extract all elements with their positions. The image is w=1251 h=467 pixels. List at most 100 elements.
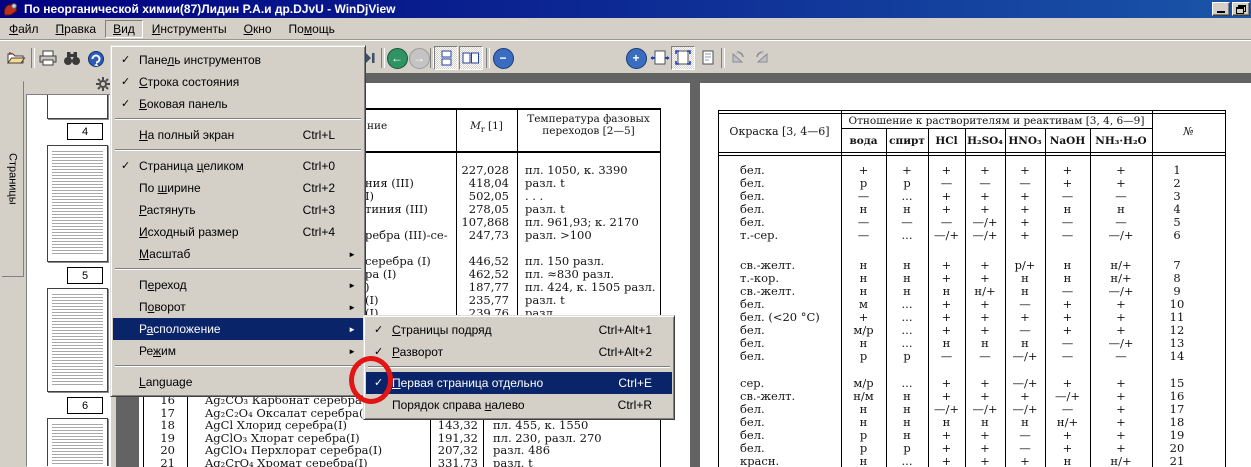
menubar-tools[interactable]: Инструменты — [144, 20, 235, 38]
menu-item-sidebar[interactable]: ✓Боковая панель — [113, 93, 363, 115]
restore-icon — [1236, 5, 1246, 14]
menu-item-zoom[interactable]: Масштаб► — [113, 243, 363, 265]
fit-width-button[interactable] — [648, 46, 672, 70]
cell: н — [886, 271, 928, 285]
pages-tab[interactable]: Страницы — [2, 81, 24, 277]
cell-temp: пл. ≈830 разл. — [525, 267, 614, 281]
cell: н/+ — [965, 284, 1005, 298]
cell: + — [1005, 454, 1045, 467]
cell: —/+ — [1090, 228, 1152, 242]
table-row: бел.нннннн/++18 — [700, 415, 1251, 428]
menubar-window[interactable]: Окно — [236, 20, 280, 38]
cell-color: бел. — [740, 402, 765, 416]
table-row: бел.————/++——5 — [700, 215, 1251, 228]
menubar-edit[interactable]: Правка — [48, 20, 105, 38]
cell: — — [1090, 215, 1152, 229]
submenu-arrow-icon: ► — [348, 325, 356, 334]
table-line — [718, 110, 1225, 111]
cell-name: I) — [365, 189, 374, 203]
submenu-item-continuous[interactable]: ✓Страницы подрядCtrl+Alt+1 — [366, 319, 672, 341]
minimize-icon — [1217, 11, 1225, 13]
rotate-left-button[interactable] — [726, 46, 750, 70]
cell: н — [886, 415, 928, 429]
cell-mr: 235,77 — [439, 293, 509, 307]
cell: + — [928, 271, 965, 285]
submenu-arrow-icon: ► — [348, 347, 356, 356]
column-header-nh3h2o: NH₃·H₂O — [1090, 135, 1152, 147]
cell: + — [1045, 163, 1090, 177]
menu-item-layout[interactable]: Расположение► — [113, 318, 363, 340]
thumbnail-list[interactable]: 4 5 6 — [26, 94, 111, 467]
menu-item-go[interactable]: Переход► — [113, 274, 363, 296]
cell: н/+ — [1090, 258, 1152, 272]
zoom-out-button[interactable]: − — [491, 46, 515, 70]
print-button[interactable] — [36, 46, 60, 70]
menu-item-language[interactable]: Language► — [113, 371, 363, 393]
menu-item-rotate[interactable]: Поворот► — [113, 296, 363, 318]
menu-item-page-whole[interactable]: ✓Страница целикомCtrl+0 — [113, 155, 363, 177]
cell: н/+ — [1090, 271, 1152, 285]
facing-pages-button[interactable] — [459, 46, 483, 70]
rotate-left-icon — [728, 49, 748, 67]
facing-pages-icon — [461, 49, 481, 67]
forward-button[interactable]: → — [407, 46, 431, 70]
menubar-file[interactable]: Файл — [1, 20, 47, 38]
table-row: 21Ag₂CrO₄ Хромат серебра(I)331,73разл. t — [139, 456, 690, 467]
menu-item-fullscreen[interactable]: На полный экранCtrl+L — [113, 124, 363, 146]
page-thumbnail[interactable] — [47, 418, 108, 467]
minimize-button[interactable] — [1212, 2, 1230, 16]
cell: + — [928, 297, 965, 311]
continuous-layout-button[interactable] — [434, 46, 458, 70]
cell: — — [1005, 323, 1045, 337]
menu-item-original-size[interactable]: Исходный размерCtrl+4 — [113, 221, 363, 243]
restore-button[interactable] — [1232, 2, 1250, 16]
cell-mr: 446,52 — [439, 254, 509, 268]
menu-item-toolbar-panel[interactable]: ✓Панель инструментов — [113, 49, 363, 71]
cell: ... — [886, 310, 928, 324]
cell: + — [965, 389, 1005, 403]
submenu-item-first-page-alone[interactable]: ✓Первая страница отдельноCtrl+E — [366, 372, 672, 394]
cell: р — [886, 349, 928, 363]
check-icon: ✓ — [121, 75, 130, 88]
actual-size-button[interactable] — [696, 46, 720, 70]
menu-item-mode[interactable]: Режим► — [113, 340, 363, 362]
check-icon: ✓ — [121, 53, 130, 66]
menubar-help[interactable]: Помощь — [281, 20, 343, 38]
menu-item-status-bar[interactable]: ✓Строка состояния — [113, 71, 363, 93]
menu-item-stretch[interactable]: РастянутьCtrl+3 — [113, 199, 363, 221]
binoculars-icon — [62, 49, 82, 67]
page-thumbnail[interactable] — [47, 288, 108, 392]
back-button[interactable]: ← — [385, 46, 409, 70]
cell-number: 17 — [1152, 402, 1202, 416]
open-button[interactable] — [4, 46, 28, 70]
zoom-in-button[interactable]: + — [624, 46, 648, 70]
menubar-view[interactable]: Вид — [105, 20, 143, 38]
window-title: По неорганической химии(87)Лидин Р.А.и д… — [24, 2, 396, 16]
cell: м/р — [841, 376, 886, 390]
about-button[interactable] — [84, 46, 108, 70]
cell-mr: 278,05 — [439, 202, 509, 216]
page-thumbnail[interactable] — [47, 94, 108, 119]
cell-temp: разл. t — [525, 293, 565, 307]
cell: н — [886, 258, 928, 272]
cell: —/+ — [1090, 336, 1152, 350]
table-row: бел.+++++++1 — [700, 163, 1251, 176]
gear-icon[interactable] — [96, 77, 110, 94]
check-icon: ✓ — [121, 97, 130, 110]
cell: н — [841, 336, 886, 350]
rotate-right-button[interactable] — [750, 46, 774, 70]
cell: + — [1005, 189, 1045, 203]
table-row: св.-желт.нн++р/+нн/+7 — [700, 258, 1251, 271]
page-thumbnail[interactable] — [47, 145, 108, 262]
fit-page-button[interactable] — [671, 46, 695, 70]
cell: н — [1005, 336, 1045, 350]
submenu-item-rtl-order[interactable]: Порядок справа налевоCtrl+R — [366, 394, 672, 416]
cell: н — [1045, 202, 1090, 216]
menu-item-fit-width[interactable]: По ширинеCtrl+2 — [113, 177, 363, 199]
cell: + — [1090, 402, 1152, 416]
cell-color: св.-желт. — [740, 389, 795, 403]
cell: м — [841, 297, 886, 311]
menu-separator — [113, 265, 363, 274]
search-button[interactable] — [60, 46, 84, 70]
submenu-item-facing[interactable]: ✓РазворотCtrl+Alt+2 — [366, 341, 672, 363]
